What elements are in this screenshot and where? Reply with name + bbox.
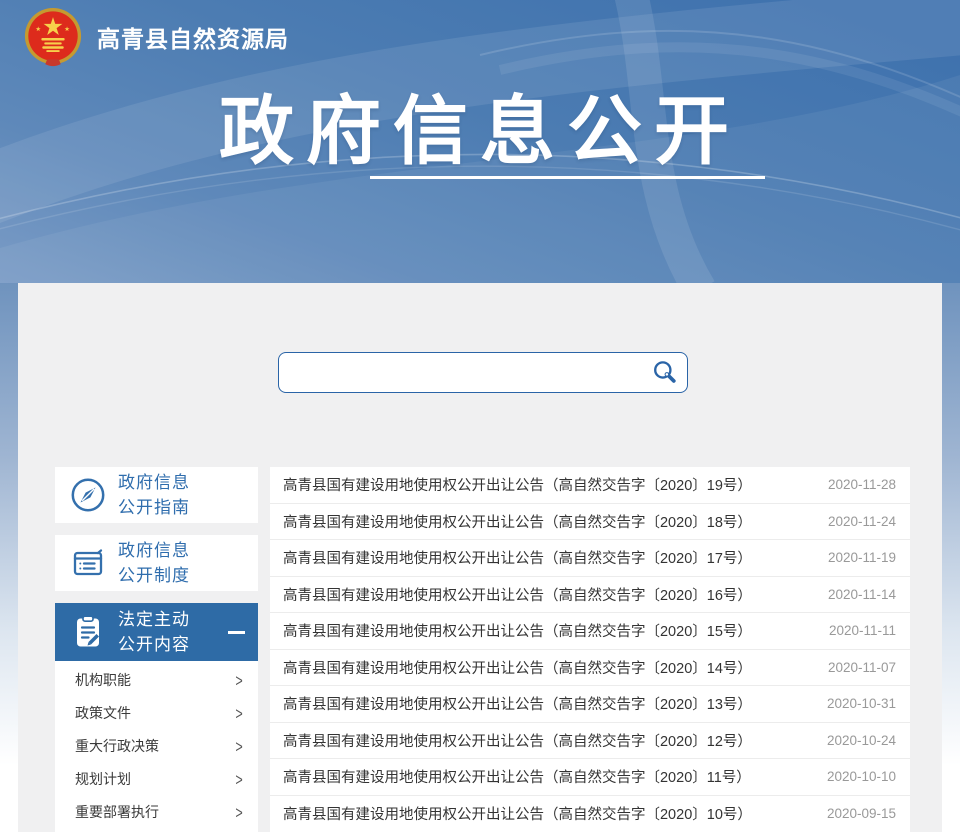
announcement-date: 2020-11-28 bbox=[828, 477, 896, 492]
announcement-row: 高青县国有建设用地使用权公开出让公告（高自然交告字〔2020〕13号） 2020… bbox=[270, 686, 910, 723]
collapse-minus-icon[interactable] bbox=[228, 631, 245, 634]
submenu-item-agency-functions[interactable]: 机构职能 > bbox=[55, 663, 258, 696]
announcement-date: 2020-11-19 bbox=[828, 550, 896, 565]
submenu-item-planning[interactable]: 规划计划 > bbox=[55, 762, 258, 795]
sidebar-item-gov-info-guide[interactable]: 政府信息 公开指南 bbox=[55, 467, 258, 523]
announcement-link[interactable]: 高青县国有建设用地使用权公开出让公告（高自然交告字〔2020〕14号） bbox=[283, 657, 752, 678]
announcement-date: 2020-10-31 bbox=[827, 696, 896, 711]
announcement-link[interactable]: 高青县国有建设用地使用权公开出让公告（高自然交告字〔2020〕10号） bbox=[283, 803, 752, 824]
announcement-date: 2020-09-15 bbox=[827, 806, 896, 821]
sidebar-item-label: 政府信息 公开指南 bbox=[118, 470, 190, 520]
chevron-right-icon: > bbox=[235, 769, 242, 789]
sidebar-item-gov-info-system[interactable]: 政府信息 公开制度 bbox=[55, 535, 258, 591]
announcement-date: 2020-10-24 bbox=[827, 733, 896, 748]
announcement-row: 高青县国有建设用地使用权公开出让公告（高自然交告字〔2020〕16号） 2020… bbox=[270, 577, 910, 614]
announcement-row: 高青县国有建设用地使用权公开出让公告（高自然交告字〔2020〕14号） 2020… bbox=[270, 650, 910, 687]
announcement-date: 2020-11-14 bbox=[828, 587, 896, 602]
search-bar bbox=[278, 352, 688, 393]
site-name: 高青县自然资源局 bbox=[97, 20, 289, 54]
announcement-link[interactable]: 高青县国有建设用地使用权公开出让公告（高自然交告字〔2020〕17号） bbox=[283, 547, 752, 568]
search-icon bbox=[651, 359, 678, 386]
announcement-link[interactable]: 高青县国有建设用地使用权公开出让公告（高自然交告字〔2020〕18号） bbox=[283, 511, 752, 532]
submenu-item-key-deployments[interactable]: 重要部署执行 > bbox=[55, 795, 258, 828]
sidebar-item-statutory-disclosure[interactable]: 法定主动 公开内容 bbox=[55, 603, 258, 661]
announcement-link[interactable]: 高青县国有建设用地使用权公开出让公告（高自然交告字〔2020〕11号） bbox=[283, 766, 751, 787]
national-emblem-icon bbox=[22, 6, 84, 68]
submenu-item-policy-documents[interactable]: 政策文件 > bbox=[55, 696, 258, 729]
announcement-link[interactable]: 高青县国有建设用地使用权公开出让公告（高自然交告字〔2020〕15号） bbox=[283, 620, 752, 641]
announcement-link[interactable]: 高青县国有建设用地使用权公开出让公告（高自然交告字〔2020〕19号） bbox=[283, 474, 752, 495]
content-area: 政府信息 公开指南 政府信息 公开制度 bbox=[18, 283, 942, 832]
announcement-list: 高青县国有建设用地使用权公开出让公告（高自然交告字〔2020〕19号） 2020… bbox=[270, 467, 910, 832]
announcement-link[interactable]: 高青县国有建设用地使用权公开出让公告（高自然交告字〔2020〕12号） bbox=[283, 730, 752, 751]
banner: 高青县自然资源局 政府信息公开 bbox=[0, 0, 960, 283]
clipboard-pen-icon bbox=[68, 612, 108, 652]
announcement-date: 2020-11-24 bbox=[828, 514, 896, 529]
chevron-right-icon: > bbox=[235, 736, 242, 756]
announcement-row: 高青县国有建设用地使用权公开出让公告（高自然交告字〔2020〕17号） 2020… bbox=[270, 540, 910, 577]
announcement-link[interactable]: 高青县国有建设用地使用权公开出让公告（高自然交告字〔2020〕16号） bbox=[283, 584, 752, 605]
chevron-right-icon: > bbox=[235, 670, 242, 690]
page-title: 政府信息公开 bbox=[0, 70, 960, 179]
compass-icon bbox=[68, 475, 108, 515]
title-underline bbox=[370, 176, 765, 179]
search-button[interactable] bbox=[641, 353, 687, 392]
chevron-right-icon: > bbox=[235, 703, 242, 723]
sidebar-item-label: 政府信息 公开制度 bbox=[118, 538, 190, 588]
announcement-row: 高青县国有建设用地使用权公开出让公告（高自然交告字〔2020〕18号） 2020… bbox=[270, 504, 910, 541]
announcement-link[interactable]: 高青县国有建设用地使用权公开出让公告（高自然交告字〔2020〕13号） bbox=[283, 693, 752, 714]
sidebar-item-label: 法定主动 公开内容 bbox=[118, 607, 190, 657]
search-input[interactable] bbox=[279, 353, 641, 392]
page: 高青县自然资源局 政府信息公开 政府信息 bbox=[0, 0, 960, 832]
announcement-date: 2020-11-11 bbox=[829, 623, 896, 638]
announcement-date: 2020-11-07 bbox=[828, 660, 896, 675]
book-icon bbox=[68, 543, 108, 583]
submenu-item-major-decisions[interactable]: 重大行政决策 > bbox=[55, 729, 258, 762]
chevron-right-icon: > bbox=[235, 802, 242, 822]
announcement-row: 高青县国有建设用地使用权公开出让公告（高自然交告字〔2020〕19号） 2020… bbox=[270, 467, 910, 504]
announcement-row: 高青县国有建设用地使用权公开出让公告（高自然交告字〔2020〕12号） 2020… bbox=[270, 723, 910, 760]
announcement-row: 高青县国有建设用地使用权公开出让公告（高自然交告字〔2020〕15号） 2020… bbox=[270, 613, 910, 650]
announcement-date: 2020-10-10 bbox=[827, 769, 896, 784]
sidebar-submenu: 机构职能 > 政策文件 > 重大行政决策 > 规划计划 > 重要部署执行 > bbox=[55, 661, 258, 832]
announcement-row: 高青县国有建设用地使用权公开出让公告（高自然交告字〔2020〕10号） 2020… bbox=[270, 796, 910, 832]
brand: 高青县自然资源局 bbox=[22, 6, 289, 68]
announcement-row: 高青县国有建设用地使用权公开出让公告（高自然交告字〔2020〕11号） 2020… bbox=[270, 759, 910, 796]
